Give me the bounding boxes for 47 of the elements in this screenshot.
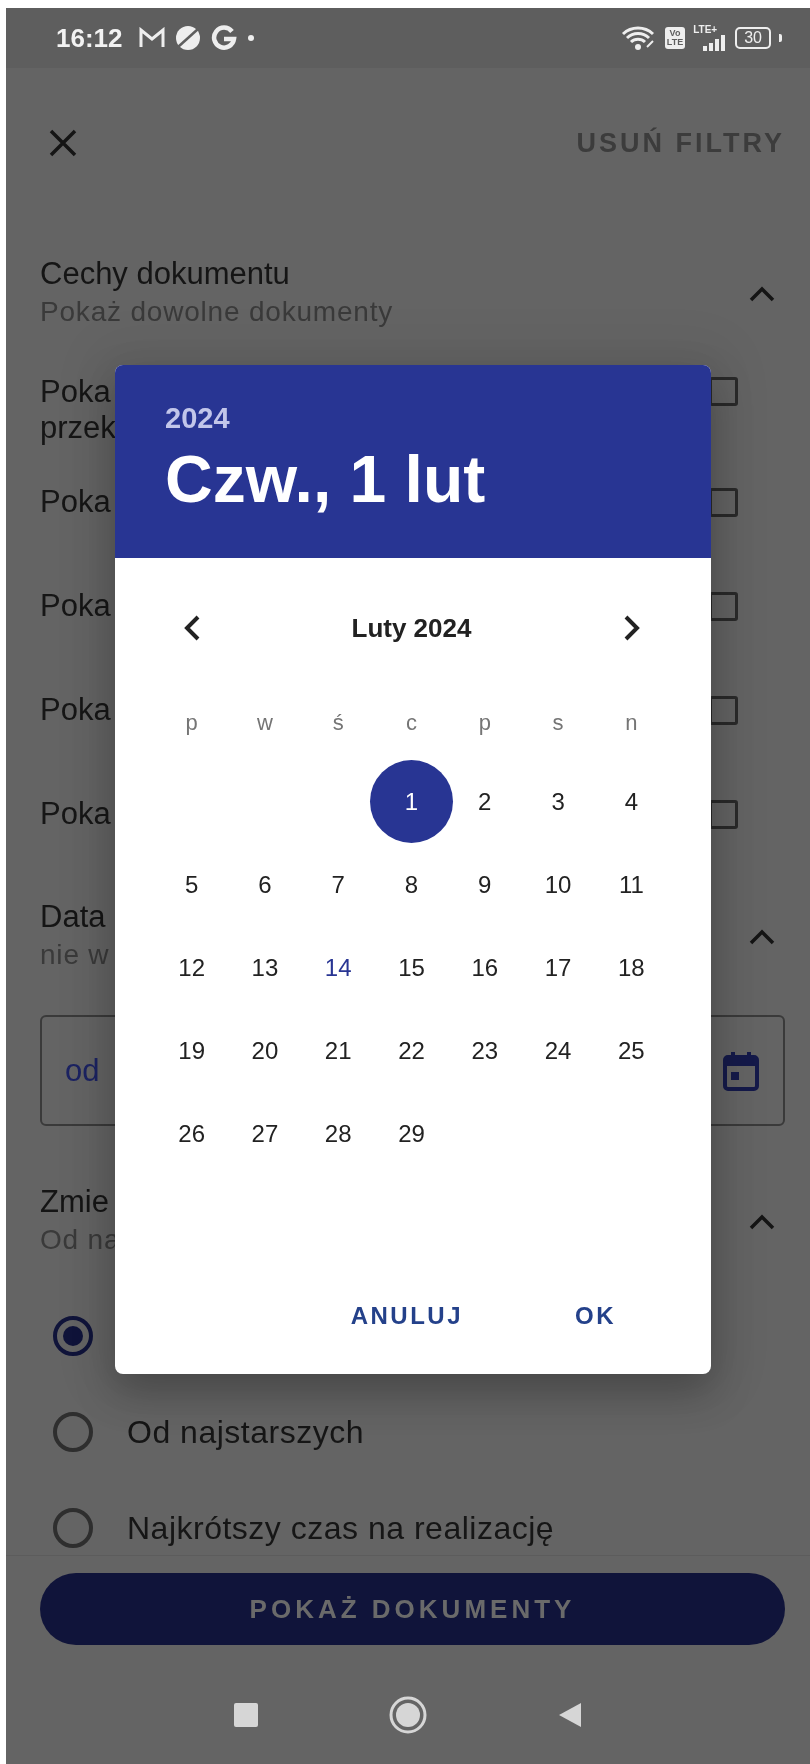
weekday-label: w <box>255 709 274 737</box>
chevron-icon[interactable] <box>748 285 776 303</box>
option-label: Poka <box>40 796 111 832</box>
section-title: Cechy dokumentu <box>40 256 291 292</box>
calendar-day[interactable]: 1 <box>370 760 453 843</box>
mail-icon <box>138 27 165 49</box>
weekday-label: s <box>551 709 565 737</box>
radio-button[interactable] <box>53 1316 93 1356</box>
month-label: Luty 2024 <box>350 612 473 644</box>
weekday-label: p <box>477 709 492 737</box>
weekday-label: ś <box>331 709 345 737</box>
planet-icon <box>174 25 201 51</box>
back-icon[interactable] <box>557 1701 583 1729</box>
option-label: Poka <box>40 374 112 410</box>
option-label: przek <box>40 410 116 446</box>
g-logo-icon <box>210 25 237 51</box>
date-field-value: od <box>65 1052 100 1089</box>
radio-button[interactable] <box>53 1412 93 1452</box>
recents-icon[interactable] <box>233 1702 259 1728</box>
chevron-icon[interactable] <box>748 1213 776 1231</box>
selected-year[interactable]: 2024 <box>165 401 661 435</box>
radio-label: Najkrótszy czas na realizację <box>127 1509 555 1547</box>
weekday-label: p <box>184 709 199 737</box>
radio-label: Od najstarszych <box>127 1413 364 1451</box>
status-time: 16:12 <box>56 22 123 54</box>
wifi-icon <box>620 25 657 51</box>
option-label: Poka <box>40 484 111 520</box>
option-label: Poka <box>40 692 111 728</box>
selected-date: Czw., 1 lut <box>165 443 487 515</box>
section-title: Zmie <box>40 1184 110 1220</box>
option-label: Poka <box>40 588 111 624</box>
chevron-icon[interactable] <box>748 928 776 946</box>
dialog-button[interactable]: OK <box>563 1288 628 1344</box>
dot-icon <box>246 34 255 42</box>
close-icon[interactable] <box>48 128 78 158</box>
section-title: Data <box>40 899 107 935</box>
chevron-right-icon <box>622 614 641 642</box>
battery-level: 30 <box>735 27 771 49</box>
calendar-icon[interactable] <box>723 1050 759 1091</box>
dialog-button[interactable]: ANULUJ <box>338 1288 475 1344</box>
network-type: LTE+ <box>693 25 718 35</box>
weekday-label: n <box>624 709 639 737</box>
home-icon[interactable] <box>389 1696 427 1734</box>
chevron-left-icon <box>182 614 201 642</box>
weekday-label: c <box>405 709 418 737</box>
radio-button[interactable] <box>53 1508 93 1548</box>
volte-badge: Vo LTE <box>664 27 686 49</box>
